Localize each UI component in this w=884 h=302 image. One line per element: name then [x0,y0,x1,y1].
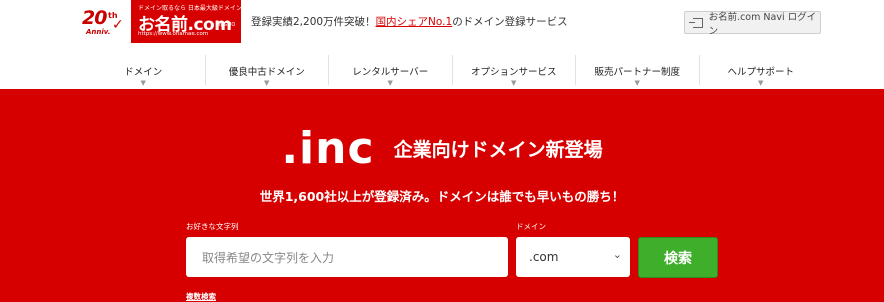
bulk-search-link[interactable]: 複数検索 [186,291,216,302]
site-tagline: 登録実績2,200万件突破！国内シェアNo.1のドメイン登録サービス [251,14,568,29]
tagline-prefix: 登録実績2,200万件突破！ [251,16,376,28]
domain-search-input[interactable]: 取得希望の文字列を入力 [186,237,508,277]
nav-item-label: 優良中古ドメイン [228,67,305,78]
nav-item-label: レンタルサーバー [352,67,429,78]
hero-subheadline: 世界1,600社以上が登録済み。ドメインは誰でも早いもの勝ち！ [259,189,625,204]
hero-tld: .inc [281,123,375,174]
nav-item-label: 販売パートナー制度 [594,67,680,78]
nav-item-used-domain[interactable]: 優良中古ドメイン ▼ [206,55,329,87]
anniversary-number: 20 [82,7,107,29]
chevron-down-icon: ▼ [511,79,517,87]
search-button[interactable]: 検索 [638,237,718,278]
anniversary-badge: 20 th ✓ Anniv. [82,7,126,43]
chevron-down-icon: ▼ [387,79,393,87]
hero-banner: .inc 企業向けドメイン新登場 世界1,600社以上が登録済み。ドメインは誰で… [0,89,884,302]
site-logo[interactable]: ドメイン取るなら 日本最大級ドメイン お名前.com byGMO https:/… [131,0,242,43]
chevron-down-icon: ▼ [634,79,640,87]
chevron-down-icon: ▼ [758,79,764,87]
nav-item-label: ドメイン [124,67,163,78]
tagline-share-link[interactable]: 国内シェアNo.1 [376,16,453,28]
logo-gmo: byGMO [217,22,236,28]
tld-select-value: .com [529,250,559,264]
anniversary-text: Anniv. [86,28,111,36]
nav-item-rental-server[interactable]: レンタルサーバー ▼ [329,55,453,87]
navi-login-label: お名前.com Navi ログイン [708,11,817,37]
search-input-placeholder: 取得希望の文字列を入力 [202,250,335,265]
nav-item-label: ヘルプサポート [727,67,794,78]
nav-item-partner[interactable]: 販売パートナー制度 ▼ [576,55,700,87]
logo-url: https://www.onamae.com [138,31,209,37]
top-header: 20 th ✓ Anniv. ドメイン取るなら 日本最大級ドメイン お名前.co… [0,0,884,46]
chevron-down-icon: ▼ [140,79,146,87]
nav-item-option-services[interactable]: オプションサービス ▼ [453,55,576,87]
nav-item-label: オプションサービス [470,67,557,78]
chevron-down-icon: ⌄ [612,248,622,261]
nav-item-help-support[interactable]: ヘルプサポート ▼ [700,55,823,87]
nav-item-domain[interactable]: ドメイン ▼ [82,55,206,87]
tagline-suffix: のドメイン登録サービス [452,16,568,28]
search-button-label: 検索 [664,250,692,267]
login-icon [689,17,703,28]
domain-label: ドメイン [516,222,546,231]
hero-title: .inc 企業向けドメイン新登場 [0,123,884,174]
navi-login-button[interactable]: お名前.com Navi ログイン [684,11,821,37]
main-nav: ドメイン ▼ 優良中古ドメイン ▼ レンタルサーバー ▼ オプションサービス ▼… [82,55,823,87]
keyword-label: お好きな文字列 [186,222,239,231]
chevron-down-icon: ▼ [264,79,270,87]
tld-select[interactable]: .com ⌄ [516,237,630,277]
checkmark-icon: ✓ [112,17,124,33]
hero-headline: 企業向けドメイン新登場 [393,139,603,161]
